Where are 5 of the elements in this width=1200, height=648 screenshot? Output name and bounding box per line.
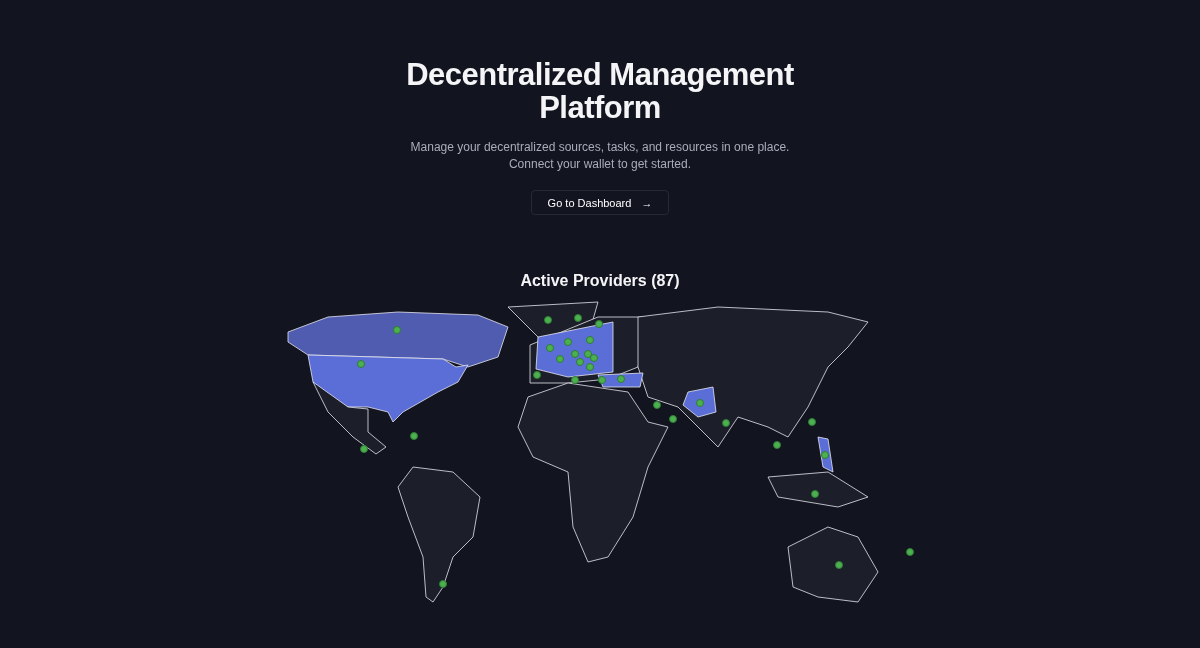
- page-subtitle: Manage your decentralized sources, tasks, and resources in one place. Connect your wallet to get started.: [409, 139, 791, 173]
- arrow-icon: →: [641, 196, 653, 209]
- section-title: Active Providers (87): [520, 271, 680, 291]
- dashboard-button[interactable]: Go to Dashboard →: [530, 190, 670, 215]
- page-title: Decentralized Management Platform: [405, 58, 795, 124]
